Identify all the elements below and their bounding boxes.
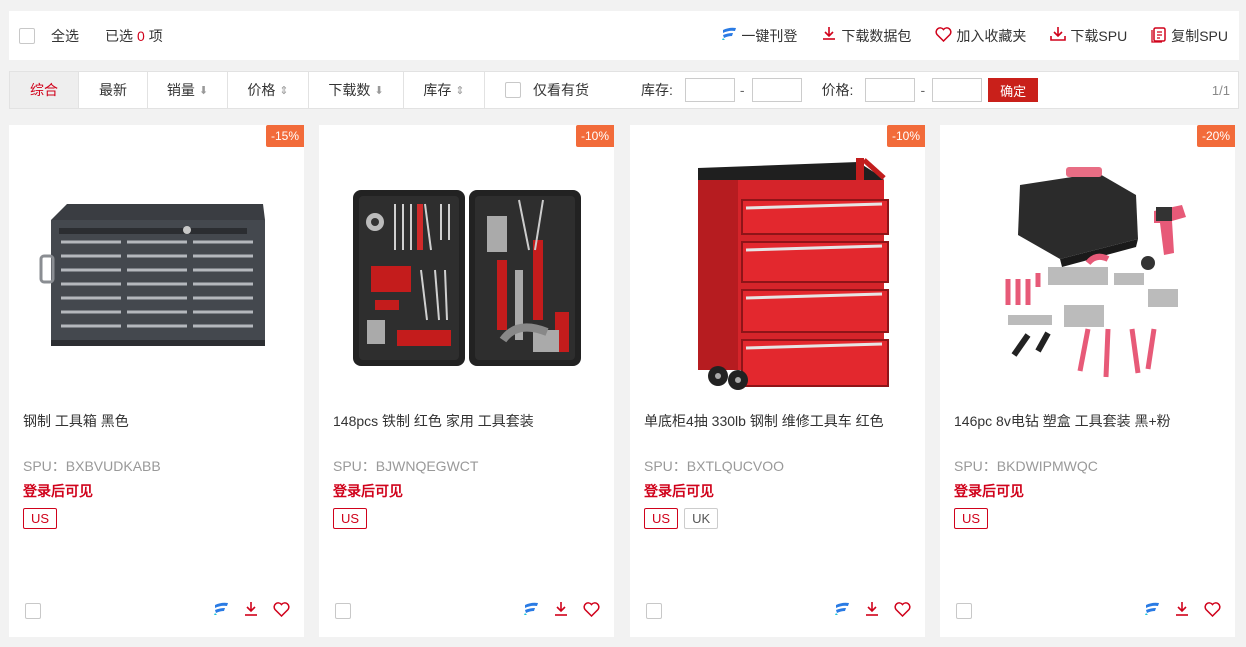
market-tags: US: [954, 508, 994, 529]
sort-comprehensive[interactable]: 综合: [10, 72, 79, 108]
download-package-button[interactable]: 下载数据包: [821, 26, 911, 46]
product-spu: SPU：BJWNQEGWCT: [333, 458, 479, 474]
stock-min-input[interactable]: [684, 78, 735, 102]
heart-icon: [935, 26, 956, 45]
market-tag: US: [644, 508, 679, 529]
publish-icon[interactable]: [1144, 602, 1160, 616]
selected-count: 0: [137, 27, 145, 44]
download-icon[interactable]: [1174, 601, 1190, 617]
product-spu: SPU：BKDWIPMWQC: [954, 458, 1098, 474]
heart-icon[interactable]: [894, 601, 911, 617]
product-image[interactable]: [630, 145, 925, 405]
card-actions: [820, 601, 911, 617]
product-checkbox[interactable]: [25, 603, 41, 619]
product-title[interactable]: 146pc 8v电钻 塑盒 工具套装 黑+粉: [954, 411, 1171, 431]
product-card[interactable]: -15% 钢制 工具箱 黑色 SPU：BXBVUDKABB 登录后可见 US: [9, 125, 304, 637]
discount-badge: -10%: [887, 125, 925, 147]
card-actions: [509, 601, 600, 617]
product-card[interactable]: -20% 146pc 8v电钻 塑盒 工具套装 黑+粉 SPU：BKDWIPMW…: [940, 125, 1235, 637]
publish-icon: [721, 27, 741, 44]
market-tag: US: [23, 508, 58, 529]
card-actions: [199, 601, 290, 617]
in-stock-checkbox[interactable]: [505, 82, 521, 98]
download-tray-icon: [1050, 26, 1070, 45]
price-range-label: 价格:: [821, 82, 854, 98]
download-spu-button[interactable]: 下载SPU: [1050, 26, 1127, 46]
heart-icon[interactable]: [583, 601, 600, 617]
copy-doc-icon: [1151, 26, 1171, 46]
product-image[interactable]: [940, 145, 1235, 405]
selection-toolbar: 全选 已选 0 项 一键刊登 下载数据包 加入收藏夹 下载SPU 复制SPU: [9, 11, 1239, 60]
sort-downloads[interactable]: 下载数 ⬇: [309, 72, 404, 108]
sort-sales[interactable]: 销量 ⬇: [148, 72, 228, 108]
market-tag: UK: [684, 508, 719, 529]
confirm-filter-button[interactable]: 确定: [988, 78, 1039, 102]
select-all-checkbox[interactable]: [19, 27, 35, 44]
in-stock-filter[interactable]: 仅看有货: [505, 80, 589, 100]
bulk-actions: 一键刊登 下载数据包 加入收藏夹 下载SPU 复制SPU: [697, 11, 1239, 60]
discount-badge: -20%: [1197, 125, 1235, 147]
sort-updown-icon: ⇕: [455, 84, 465, 97]
stock-max-input[interactable]: [751, 78, 802, 102]
stock-range-label: 库存:: [641, 82, 673, 98]
product-image[interactable]: [319, 145, 614, 405]
price-max-input[interactable]: [932, 78, 983, 102]
price-min-input[interactable]: [865, 78, 916, 102]
market-tags: US: [333, 508, 373, 529]
download-icon[interactable]: [553, 601, 569, 617]
filter-bar: 综合 最新 销量 ⬇ 价格 ⇕ 下载数 ⬇ 库存 ⇕ 仅看有货 库存: - 价格: - …: [9, 71, 1239, 109]
discount-badge: -10%: [576, 125, 614, 147]
download-icon: [821, 26, 841, 45]
product-image[interactable]: [9, 145, 304, 405]
login-to-view[interactable]: 登录后可见: [954, 481, 1024, 501]
product-title[interactable]: 钢制 工具箱 黑色: [23, 411, 129, 431]
login-to-view[interactable]: 登录后可见: [23, 481, 93, 501]
publish-button[interactable]: 一键刊登: [721, 26, 797, 46]
product-spu: SPU：BXBVUDKABB: [23, 458, 161, 474]
add-favorites-button[interactable]: 加入收藏夹: [935, 26, 1026, 46]
copy-spu-button[interactable]: 复制SPU: [1151, 26, 1228, 46]
selected-count-text: 已选 0 项: [105, 27, 163, 44]
product-checkbox[interactable]: [646, 603, 662, 619]
product-title[interactable]: 148pcs 铁制 红色 家用 工具套装: [333, 411, 534, 431]
login-to-view[interactable]: 登录后可见: [644, 481, 714, 501]
product-checkbox[interactable]: [335, 603, 351, 619]
product-spu: SPU：BXTLQUCVOO: [644, 458, 785, 474]
heart-icon[interactable]: [1204, 601, 1221, 617]
sort-price[interactable]: 价格 ⇕: [228, 72, 309, 108]
sort-newest[interactable]: 最新: [79, 72, 148, 108]
card-actions: [1130, 601, 1221, 617]
product-card[interactable]: -10% 单底柜4抽 330lb 钢制 维修工具车 红色 SPU：BXTLQUC…: [630, 125, 925, 637]
download-icon[interactable]: [243, 601, 259, 617]
market-tag: US: [333, 508, 368, 529]
product-card[interactable]: -10% 148pcs 铁制 红色 家用 工具套装 SPU：BJWNQEGWCT…: [319, 125, 614, 637]
product-title[interactable]: 单底柜4抽 330lb 钢制 维修工具车 红色: [644, 411, 884, 431]
publish-icon[interactable]: [213, 602, 229, 616]
page-indicator: 1/1: [1211, 82, 1230, 98]
market-tags: US UK: [644, 508, 724, 529]
select-all-label[interactable]: 全选: [51, 26, 79, 46]
discount-badge: -15%: [266, 125, 304, 147]
download-icon[interactable]: [864, 601, 880, 617]
heart-icon[interactable]: [273, 601, 290, 617]
sort-down-icon: ⬇: [198, 84, 209, 97]
sort-updown-icon: ⇕: [279, 84, 289, 97]
publish-icon[interactable]: [834, 602, 850, 616]
publish-icon[interactable]: [523, 602, 539, 616]
market-tags: US: [23, 508, 63, 529]
market-tag: US: [954, 508, 989, 529]
product-checkbox[interactable]: [956, 603, 972, 619]
sort-stock[interactable]: 库存 ⇕: [404, 72, 485, 108]
login-to-view[interactable]: 登录后可见: [333, 481, 403, 501]
sort-down-icon: ⬇: [374, 84, 384, 97]
